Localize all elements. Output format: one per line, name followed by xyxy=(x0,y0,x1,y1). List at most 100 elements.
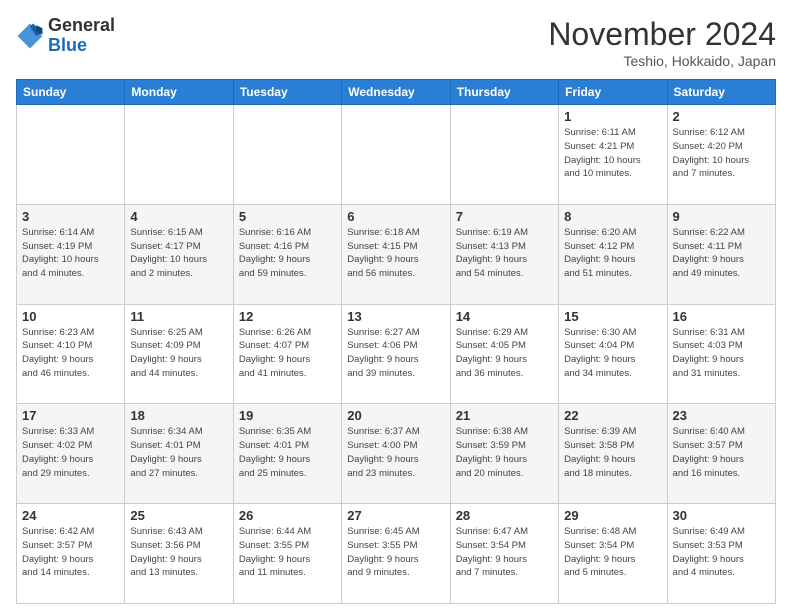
logo-general-text: General xyxy=(48,15,115,35)
calendar-cell: 11 Sunrise: 6:25 AMSunset: 4:09 PMDayligh… xyxy=(125,304,233,404)
day-info: Sunrise: 6:19 AMSunset: 4:13 PMDaylight:… xyxy=(456,226,553,281)
calendar-cell: 10 Sunrise: 6:23 AMSunset: 4:10 PMDayligh… xyxy=(17,304,125,404)
day-info: Sunrise: 6:40 AMSunset: 3:57 PMDaylight:… xyxy=(673,425,770,480)
calendar-cell: 23 Sunrise: 6:40 AMSunset: 3:57 PMDayligh… xyxy=(667,404,775,504)
calendar-header-row: SundayMondayTuesdayWednesdayThursdayFrid… xyxy=(17,80,776,105)
col-header-monday: Monday xyxy=(125,80,233,105)
calendar-cell: 21 Sunrise: 6:38 AMSunset: 3:59 PMDayligh… xyxy=(450,404,558,504)
day-number: 14 xyxy=(456,309,553,324)
calendar-cell: 1Sunrise: 6:11 AMSunset: 4:21 PMDaylight… xyxy=(559,105,667,205)
day-info: Sunrise: 6:14 AMSunset: 4:19 PMDaylight:… xyxy=(22,226,119,281)
day-info: Sunrise: 6:33 AMSunset: 4:02 PMDaylight:… xyxy=(22,425,119,480)
day-number: 26 xyxy=(239,508,336,523)
calendar-cell: 8Sunrise: 6:20 AMSunset: 4:12 PMDaylight… xyxy=(559,204,667,304)
col-header-wednesday: Wednesday xyxy=(342,80,450,105)
day-info: Sunrise: 6:16 AMSunset: 4:16 PMDaylight:… xyxy=(239,226,336,281)
calendar-cell: 6 Sunrise: 6:18 AMSunset: 4:15 PMDaylight… xyxy=(342,204,450,304)
day-info: Sunrise: 6:29 AMSunset: 4:05 PMDaylight:… xyxy=(456,326,553,381)
calendar-cell: 24Sunrise: 6:42 AMSunset: 3:57 PMDayligh… xyxy=(17,504,125,604)
calendar-cell: 13 Sunrise: 6:27 AMSunset: 4:06 PMDayligh… xyxy=(342,304,450,404)
col-header-sunday: Sunday xyxy=(17,80,125,105)
day-info: Sunrise: 6:15 AMSunset: 4:17 PMDaylight:… xyxy=(130,226,227,281)
calendar-cell: 20 Sunrise: 6:37 AMSunset: 4:00 PMDayligh… xyxy=(342,404,450,504)
week-row-3: 17 Sunrise: 6:33 AMSunset: 4:02 PMDayligh… xyxy=(17,404,776,504)
day-number: 25 xyxy=(130,508,227,523)
calendar-cell: 19 Sunrise: 6:35 AMSunset: 4:01 PMDayligh… xyxy=(233,404,341,504)
day-info: Sunrise: 6:45 AMSunset: 3:55 PMDaylight:… xyxy=(347,525,444,580)
day-info: Sunrise: 6:37 AMSunset: 4:00 PMDaylight:… xyxy=(347,425,444,480)
day-info: Sunrise: 6:34 AMSunset: 4:01 PMDaylight:… xyxy=(130,425,227,480)
calendar-cell: 29 Sunrise: 6:48 AMSunset: 3:54 PMDayligh… xyxy=(559,504,667,604)
page: General Blue November 2024 Teshio, Hokka… xyxy=(0,0,792,612)
calendar-cell xyxy=(17,105,125,205)
calendar-cell: 5 Sunrise: 6:16 AMSunset: 4:16 PMDaylight… xyxy=(233,204,341,304)
day-info: Sunrise: 6:49 AMSunset: 3:53 PMDaylight:… xyxy=(673,525,770,580)
day-info: Sunrise: 6:43 AMSunset: 3:56 PMDaylight:… xyxy=(130,525,227,580)
title-block: November 2024 Teshio, Hokkaido, Japan xyxy=(548,16,776,69)
calendar-cell: 18Sunrise: 6:34 AMSunset: 4:01 PMDayligh… xyxy=(125,404,233,504)
calendar-cell: 22Sunrise: 6:39 AMSunset: 3:58 PMDayligh… xyxy=(559,404,667,504)
logo: General Blue xyxy=(16,16,115,56)
header: General Blue November 2024 Teshio, Hokka… xyxy=(16,16,776,69)
week-row-4: 24Sunrise: 6:42 AMSunset: 3:57 PMDayligh… xyxy=(17,504,776,604)
day-number: 9 xyxy=(673,209,770,224)
calendar-cell: 30 Sunrise: 6:49 AMSunset: 3:53 PMDayligh… xyxy=(667,504,775,604)
day-number: 15 xyxy=(564,309,661,324)
day-info: Sunrise: 6:35 AMSunset: 4:01 PMDaylight:… xyxy=(239,425,336,480)
calendar-cell: 26 Sunrise: 6:44 AMSunset: 3:55 PMDayligh… xyxy=(233,504,341,604)
day-info: Sunrise: 6:11 AMSunset: 4:21 PMDaylight:… xyxy=(564,126,661,181)
col-header-friday: Friday xyxy=(559,80,667,105)
day-number: 21 xyxy=(456,408,553,423)
calendar-cell: 9 Sunrise: 6:22 AMSunset: 4:11 PMDaylight… xyxy=(667,204,775,304)
day-number: 17 xyxy=(22,408,119,423)
calendar-cell: 3 Sunrise: 6:14 AMSunset: 4:19 PMDaylight… xyxy=(17,204,125,304)
day-number: 20 xyxy=(347,408,444,423)
day-number: 5 xyxy=(239,209,336,224)
day-info: Sunrise: 6:12 AMSunset: 4:20 PMDaylight:… xyxy=(673,126,770,181)
day-number: 4 xyxy=(130,209,227,224)
day-number: 10 xyxy=(22,309,119,324)
calendar-cell: 27 Sunrise: 6:45 AMSunset: 3:55 PMDayligh… xyxy=(342,504,450,604)
day-info: Sunrise: 6:25 AMSunset: 4:09 PMDaylight:… xyxy=(130,326,227,381)
day-info: Sunrise: 6:30 AMSunset: 4:04 PMDaylight:… xyxy=(564,326,661,381)
calendar-cell: 7 Sunrise: 6:19 AMSunset: 4:13 PMDaylight… xyxy=(450,204,558,304)
day-number: 30 xyxy=(673,508,770,523)
day-number: 2 xyxy=(673,109,770,124)
calendar-cell: 15 Sunrise: 6:30 AMSunset: 4:04 PMDayligh… xyxy=(559,304,667,404)
calendar-cell: 16Sunrise: 6:31 AMSunset: 4:03 PMDayligh… xyxy=(667,304,775,404)
day-number: 19 xyxy=(239,408,336,423)
day-number: 13 xyxy=(347,309,444,324)
day-number: 3 xyxy=(22,209,119,224)
day-info: Sunrise: 6:38 AMSunset: 3:59 PMDaylight:… xyxy=(456,425,553,480)
calendar-cell: 4 Sunrise: 6:15 AMSunset: 4:17 PMDaylight… xyxy=(125,204,233,304)
day-info: Sunrise: 6:22 AMSunset: 4:11 PMDaylight:… xyxy=(673,226,770,281)
day-number: 7 xyxy=(456,209,553,224)
week-row-0: 1Sunrise: 6:11 AMSunset: 4:21 PMDaylight… xyxy=(17,105,776,205)
day-number: 27 xyxy=(347,508,444,523)
day-number: 28 xyxy=(456,508,553,523)
logo-text: General Blue xyxy=(48,16,115,56)
logo-blue-text: Blue xyxy=(48,35,87,55)
col-header-thursday: Thursday xyxy=(450,80,558,105)
day-info: Sunrise: 6:27 AMSunset: 4:06 PMDaylight:… xyxy=(347,326,444,381)
day-number: 24 xyxy=(22,508,119,523)
day-number: 11 xyxy=(130,309,227,324)
day-number: 23 xyxy=(673,408,770,423)
day-info: Sunrise: 6:18 AMSunset: 4:15 PMDaylight:… xyxy=(347,226,444,281)
day-info: Sunrise: 6:47 AMSunset: 3:54 PMDaylight:… xyxy=(456,525,553,580)
day-number: 29 xyxy=(564,508,661,523)
calendar-cell: 17 Sunrise: 6:33 AMSunset: 4:02 PMDayligh… xyxy=(17,404,125,504)
day-info: Sunrise: 6:26 AMSunset: 4:07 PMDaylight:… xyxy=(239,326,336,381)
day-info: Sunrise: 6:23 AMSunset: 4:10 PMDaylight:… xyxy=(22,326,119,381)
calendar-cell: 2 Sunrise: 6:12 AMSunset: 4:20 PMDaylight… xyxy=(667,105,775,205)
location: Teshio, Hokkaido, Japan xyxy=(548,53,776,69)
week-row-1: 3 Sunrise: 6:14 AMSunset: 4:19 PMDaylight… xyxy=(17,204,776,304)
calendar-table: SundayMondayTuesdayWednesdayThursdayFrid… xyxy=(16,79,776,604)
day-info: Sunrise: 6:48 AMSunset: 3:54 PMDaylight:… xyxy=(564,525,661,580)
day-number: 16 xyxy=(673,309,770,324)
calendar-cell xyxy=(342,105,450,205)
calendar-cell xyxy=(125,105,233,205)
day-number: 6 xyxy=(347,209,444,224)
week-row-2: 10 Sunrise: 6:23 AMSunset: 4:10 PMDayligh… xyxy=(17,304,776,404)
day-info: Sunrise: 6:44 AMSunset: 3:55 PMDaylight:… xyxy=(239,525,336,580)
